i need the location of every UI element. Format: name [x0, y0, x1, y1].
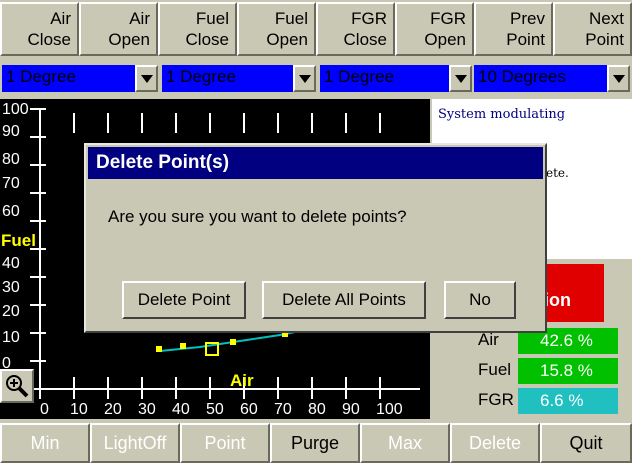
button-label: FGR — [430, 9, 466, 28]
button-label: FGR — [351, 9, 387, 28]
fgr-value-text: 6.6 % — [540, 391, 584, 410]
quit-button[interactable]: Quit — [540, 423, 632, 463]
delete-points-dialog: Delete Point(s) Are you sure you want to… — [84, 143, 547, 333]
y-tick-label: 80 — [2, 151, 20, 168]
dialog-title: Delete Point(s) — [88, 147, 543, 179]
fgr-open-button[interactable]: FGR Open — [395, 2, 474, 56]
purge-button[interactable]: Purge — [270, 423, 360, 463]
fuel-close-button[interactable]: Fuel Close — [158, 2, 237, 56]
button-label: Quit — [569, 433, 603, 453]
y-tick-label: 70 — [2, 175, 20, 192]
x-tick-label: 20 — [104, 401, 122, 418]
chevron-down-icon[interactable] — [607, 65, 630, 92]
button-label: Point — [506, 30, 545, 49]
air-close-button[interactable]: Air Close — [0, 2, 79, 56]
button-label: Close — [343, 30, 387, 49]
zoom-button[interactable] — [0, 369, 34, 403]
button-label: Fuel — [195, 9, 229, 28]
x-tick-label: 40 — [172, 401, 190, 418]
status-sub-message: ete. — [546, 166, 569, 180]
y-tick-label: 60 — [2, 203, 20, 220]
button-label: Air — [129, 9, 150, 28]
fgr-value: 6.6 % — [518, 388, 618, 414]
status-message: System modulating — [438, 107, 566, 122]
button-label: Delete — [468, 433, 522, 453]
x-tick-label: 0 — [40, 401, 49, 418]
air-value-text: 42.6 % — [540, 331, 593, 350]
button-label: Open — [108, 30, 150, 49]
fuel-value: 15.8 % — [518, 358, 618, 384]
button-label: Max — [387, 433, 422, 453]
magnifier-plus-icon — [6, 375, 29, 398]
delete-all-points-button[interactable]: Delete All Points — [262, 281, 426, 319]
x-tick-label: 100 — [376, 401, 403, 418]
y-tick-label: 20 — [2, 303, 20, 320]
dropdown-value: 10 Degrees — [478, 67, 566, 86]
y-tick-label: 90 — [2, 123, 20, 140]
fuel-step-dropdown[interactable]: 1 Degree — [162, 65, 316, 92]
x-tick-label: 90 — [342, 401, 360, 418]
button-label: Close — [185, 30, 229, 49]
chevron-down-icon[interactable] — [135, 65, 158, 92]
prev-point-button[interactable]: Prev Point — [474, 2, 553, 56]
button-label: LightOff — [103, 433, 167, 453]
app-window: Air Close Air Open Fuel Close Fuel Open … — [0, 0, 632, 463]
air-step-dropdown[interactable]: 1 Degree — [2, 65, 158, 92]
fuel-value-text: 15.8 % — [540, 361, 593, 380]
no-button[interactable]: No — [444, 281, 516, 319]
delete-button[interactable]: Delete — [450, 423, 540, 463]
button-label: Close — [27, 30, 71, 49]
dropdown-value: 1 Degree — [324, 67, 394, 86]
y-tick-label: 30 — [2, 279, 20, 296]
fgr-step-dropdown[interactable]: 1 Degree — [320, 65, 472, 92]
x-axis-label: Air — [230, 371, 254, 390]
fgr-close-button[interactable]: FGR Close — [316, 2, 395, 56]
button-label: Point — [204, 433, 246, 453]
dropdown-value: 1 Degree — [166, 67, 236, 86]
x-tick-label: 50 — [206, 401, 224, 418]
button-label: Purge — [290, 433, 340, 453]
next-point-button[interactable]: Next Point — [553, 2, 632, 56]
dialog-message: Are you sure you want to delete points? — [108, 207, 407, 226]
button-label: Point — [585, 30, 624, 49]
top-toolbar: Air Close Air Open Fuel Close Fuel Open … — [0, 0, 632, 58]
point-step-dropdown[interactable]: 10 Degrees — [474, 65, 630, 92]
fgr-value-label: FGR — [478, 390, 514, 409]
chevron-down-icon[interactable] — [293, 65, 316, 92]
button-label: Next — [589, 9, 624, 28]
button-label: Open — [424, 30, 466, 49]
x-tick-label: 30 — [138, 401, 156, 418]
y-axis-label: Fuel — [1, 231, 36, 250]
air-value-label: Air — [478, 330, 499, 349]
y-tick-label: 40 — [2, 255, 20, 272]
y-tick-label: 100 — [2, 101, 29, 118]
lightoff-button[interactable]: LightOff — [90, 423, 180, 463]
min-button[interactable]: Min — [0, 423, 90, 463]
dropdown-value: 1 Degree — [6, 67, 76, 86]
fuel-value-label: Fuel — [478, 360, 512, 379]
button-label: Open — [266, 30, 308, 49]
x-tick-label: 10 — [70, 401, 88, 418]
button-label: Air — [50, 9, 71, 28]
fuel-open-button[interactable]: Fuel Open — [237, 2, 316, 56]
button-label: Fuel — [274, 9, 308, 28]
chevron-down-icon[interactable] — [449, 65, 472, 92]
air-open-button[interactable]: Air Open — [79, 2, 158, 56]
point-button[interactable]: Point — [180, 423, 270, 463]
x-tick-label: 70 — [274, 401, 292, 418]
x-tick-label: 80 — [308, 401, 326, 418]
delete-point-button[interactable]: Delete Point — [122, 281, 246, 319]
button-label: Prev — [510, 9, 545, 28]
y-tick-label: 10 — [2, 329, 20, 346]
button-label: Min — [30, 433, 60, 453]
x-tick-label: 60 — [240, 401, 258, 418]
max-button[interactable]: Max — [360, 423, 450, 463]
